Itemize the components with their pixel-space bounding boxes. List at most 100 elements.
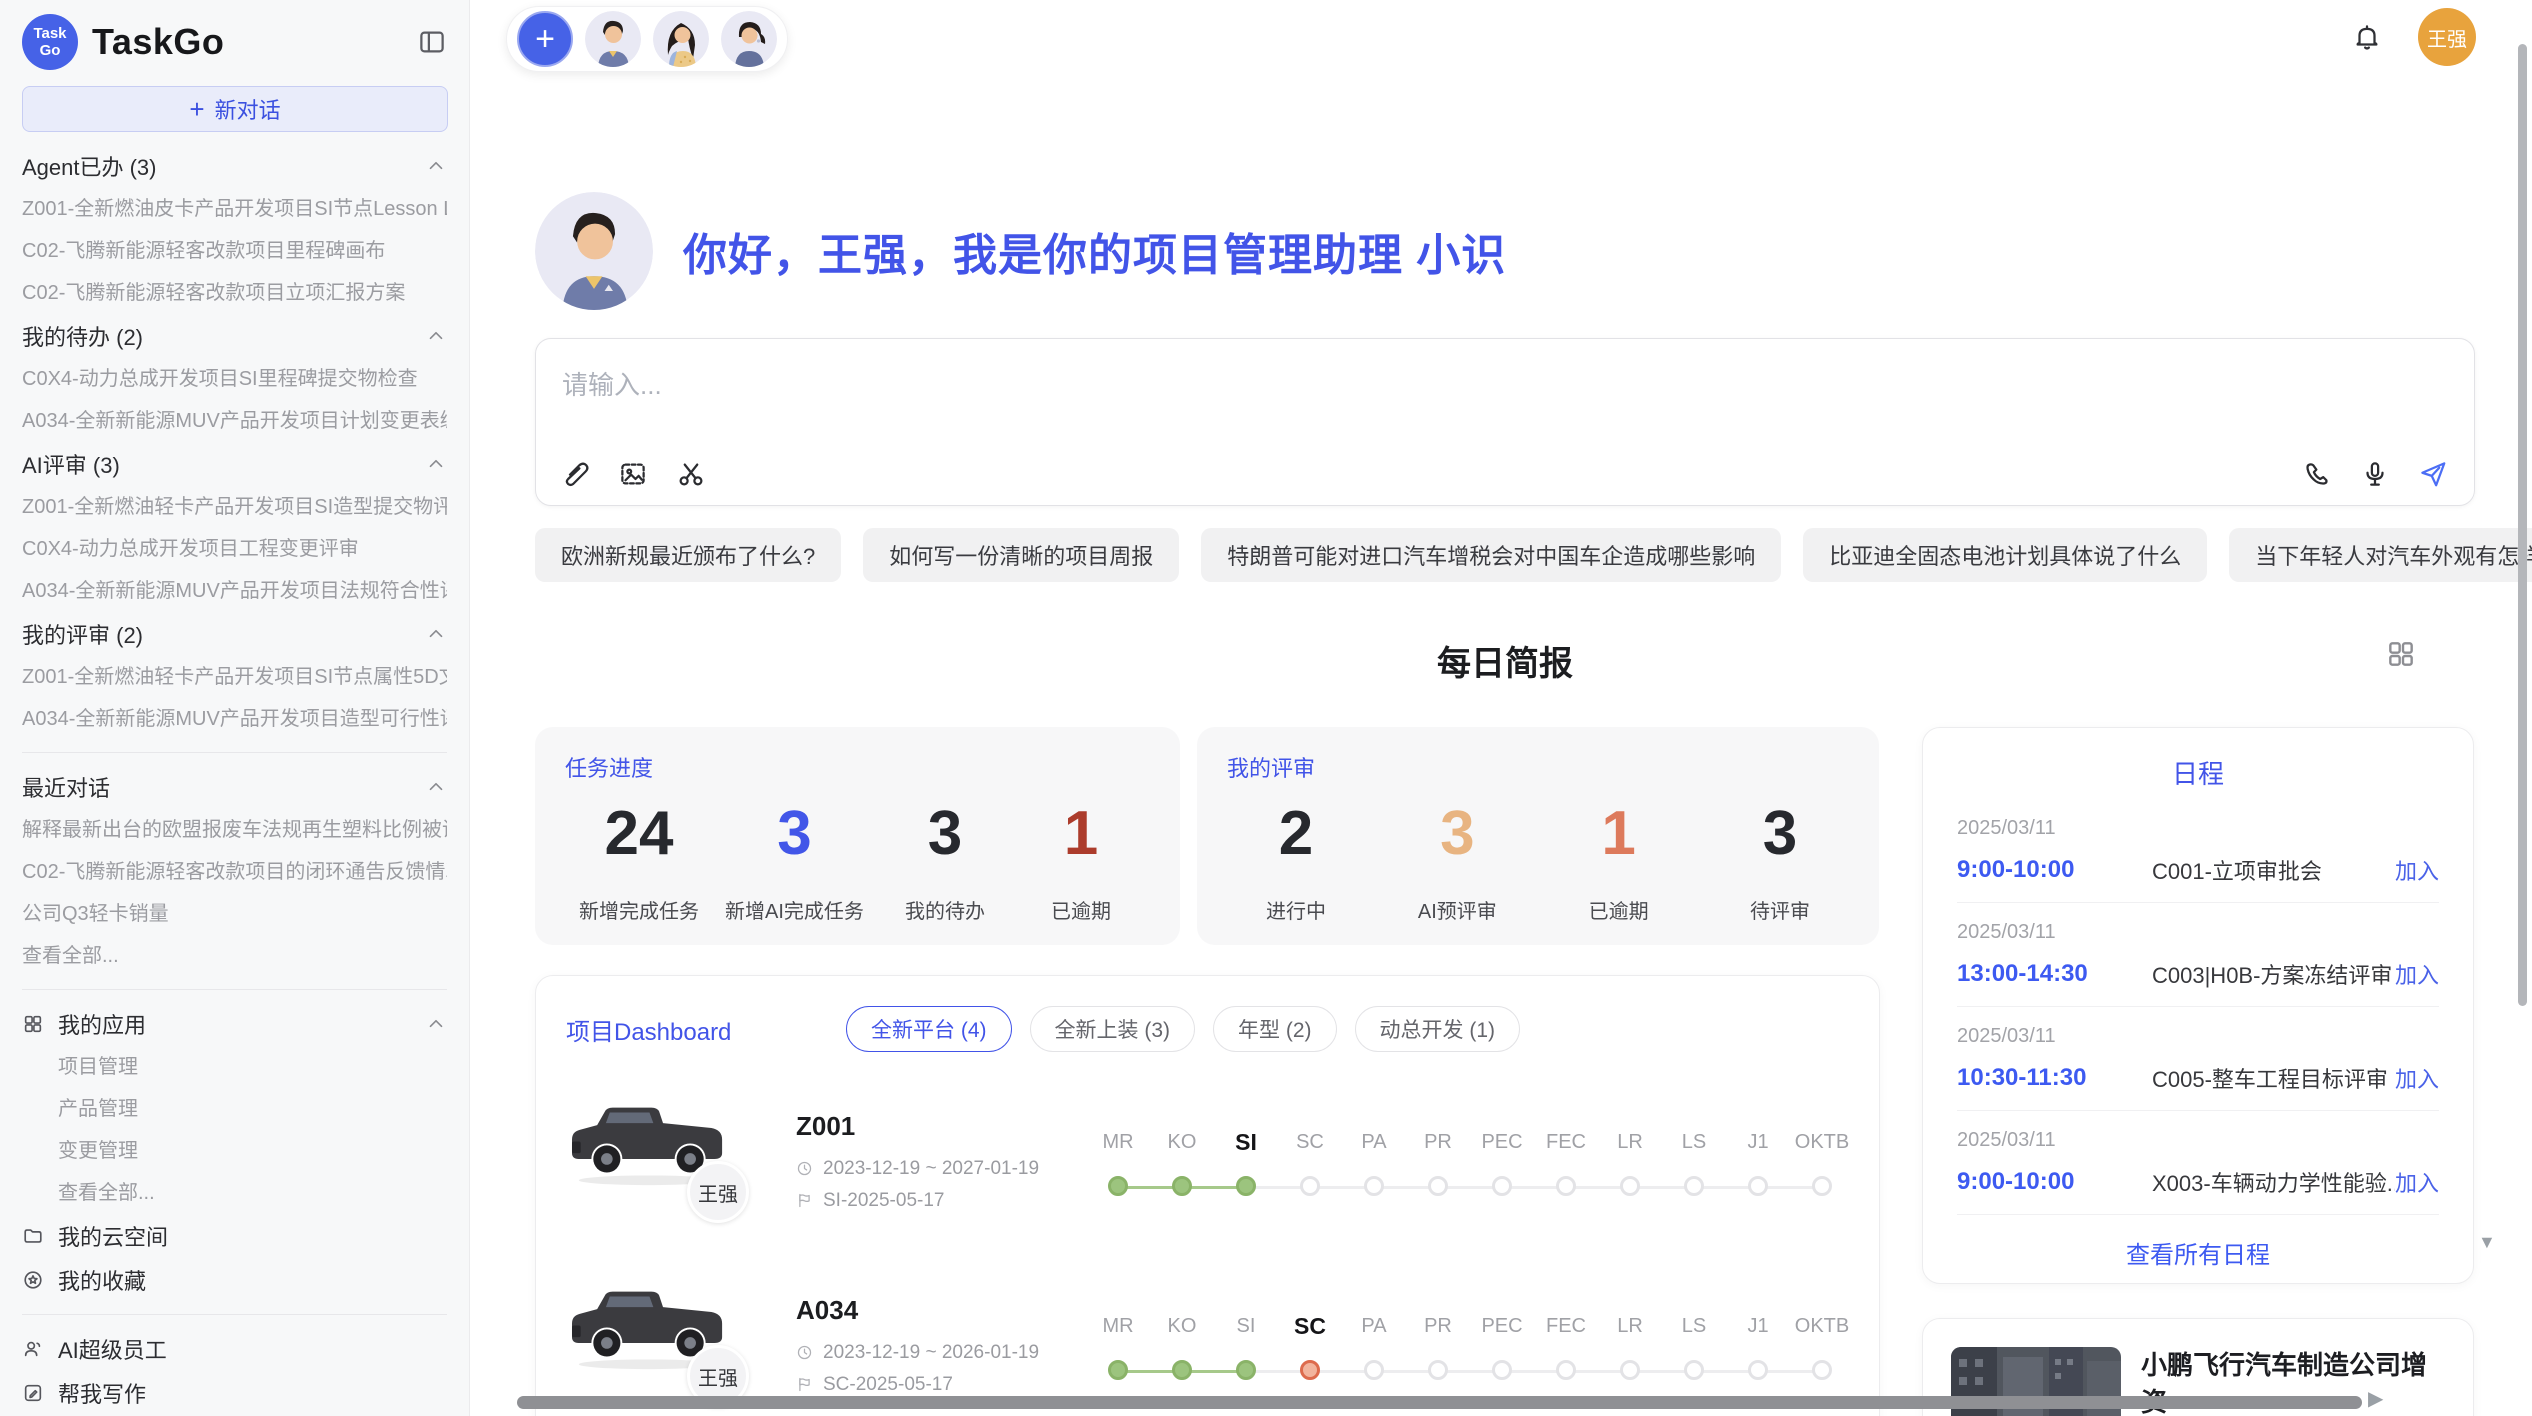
project-row-a034[interactable]: 王强 A034 2023-12-19 ~ 2026-01-19 SC-2025-…: [566, 1270, 1849, 1416]
milestone-oktb: OKTB: [1790, 1126, 1854, 1196]
avatar-woman-long-hair[interactable]: [653, 11, 709, 67]
stat-value: 24: [579, 795, 699, 873]
milestone-fec: FEC: [1534, 1126, 1598, 1196]
section-header-my-todo[interactable]: 我的待办 (2): [22, 314, 447, 358]
sidebar-item-ai-review[interactable]: C0X4-动力总成开发项目工程变更评审: [22, 528, 447, 570]
project-next-node: SC-2025-05-17: [796, 1374, 1086, 1396]
suggestion-chip[interactable]: 当下年轻人对汽车外观有怎样的喜好趋势: [2229, 528, 2532, 582]
sidebar-item-my-review[interactable]: Z001-全新燃油轻卡产品开发项目SI节点属性5D文件评审: [22, 656, 447, 698]
chat-input-placeholder: 请输入...: [562, 365, 662, 402]
section-header-my-review[interactable]: 我的评审 (2): [22, 612, 447, 656]
sidebar-my-apps[interactable]: 我的应用: [22, 1002, 447, 1046]
milestone-ko: KO: [1150, 1310, 1214, 1380]
join-meeting-link[interactable]: 加入: [2395, 1062, 2439, 1094]
sidebar-item-recent-chat[interactable]: 解释最新出台的欧盟报废车法规再生塑料比例被调至15%...: [22, 809, 447, 851]
sidebar-list: Agent已办 (3) Z001-全新燃油皮卡产品开发项目SI节点Lesson …: [0, 132, 469, 1416]
scroll-right-arrow-icon[interactable]: ▶: [2368, 1386, 2383, 1411]
project-vehicle-image: 王强: [566, 1091, 796, 1231]
app-logo: Task Go: [22, 14, 78, 70]
schedule-item: 2025/03/11 13:00-14:30 C003|H0B-方案冻结评审 加…: [1957, 903, 2439, 1007]
paperclip-icon[interactable]: [560, 459, 590, 489]
section-header-ai-review[interactable]: AI评审 (3): [22, 442, 447, 486]
user-avatar[interactable]: 王强: [2418, 8, 2476, 66]
tab-new-platform[interactable]: 全新平台 (4): [846, 1006, 1012, 1052]
milestone-pec: PEC: [1470, 1126, 1534, 1196]
project-row-z001[interactable]: 王强 Z001 2023-12-19 ~ 2027-01-19 SI-2025-…: [566, 1086, 1849, 1236]
image-icon[interactable]: [618, 459, 648, 489]
stat-value: 3: [725, 795, 864, 873]
sidebar-view-all-chats[interactable]: 查看全部...: [22, 935, 447, 977]
sidebar-item-my-todo[interactable]: A034-全新新能源MUV产品开发项目计划变更表编写: [22, 400, 447, 442]
suggestion-chip[interactable]: 欧洲新规最近颁布了什么?: [535, 528, 841, 582]
ai-super-staff-label: AI超级员工: [58, 1333, 167, 1365]
milestone-lr: LR: [1598, 1310, 1662, 1380]
sidebar-item-ai-review[interactable]: A034-全新新能源MUV产品开发项目法规符合性评审: [22, 570, 447, 612]
new-chat-button[interactable]: + 新对话: [22, 86, 448, 132]
section-header-agent-done[interactable]: Agent已办 (3): [22, 144, 447, 188]
send-icon[interactable]: [2418, 459, 2448, 489]
sidebar-app-product-mgmt[interactable]: 产品管理: [22, 1088, 447, 1130]
microphone-icon[interactable]: [2360, 459, 2390, 489]
sidebar-app-project-mgmt[interactable]: 项目管理: [22, 1046, 447, 1088]
scissors-icon[interactable]: [676, 459, 706, 489]
chevron-up-icon: [425, 1013, 447, 1035]
join-meeting-link[interactable]: 加入: [2395, 958, 2439, 990]
project-code: Z001: [796, 1111, 1086, 1142]
schedule-item: 2025/03/11 9:00-10:00 X003-车辆动力学性能验... 加…: [1957, 1111, 2439, 1214]
view-all-schedule-link[interactable]: 查看所有日程: [1957, 1214, 2439, 1270]
sidebar-item-agent-done[interactable]: C02-飞腾新能源轻客改款项目里程碑画布: [22, 230, 447, 272]
dashboard-tabs: 全新平台 (4) 全新上装 (3) 年型 (2) 动总开发 (1): [846, 1006, 1520, 1052]
suggestion-chip[interactable]: 特朗普可能对进口汽车增税会对中国车企造成哪些影响: [1201, 528, 1781, 582]
user-initials: 王强: [2427, 23, 2467, 52]
sidebar-item-recent-chat[interactable]: 公司Q3轻卡销量: [22, 893, 447, 935]
sidebar-ai-super-staff[interactable]: AI超级员工: [22, 1327, 447, 1371]
schedule-time: 9:00-10:00: [1957, 1168, 2152, 1196]
new-chat-label: 新对话: [215, 93, 281, 125]
sidebar-app-view-all[interactable]: 查看全部...: [22, 1172, 447, 1214]
layout-grid-icon[interactable]: [2385, 638, 2417, 670]
join-meeting-link[interactable]: 加入: [2395, 854, 2439, 886]
sidebar-app-change-mgmt[interactable]: 变更管理: [22, 1130, 447, 1172]
avatar-woman-ponytail[interactable]: [721, 11, 777, 67]
scroll-down-arrow-icon[interactable]: ▼: [2478, 1232, 2496, 1253]
chevron-up-icon: [425, 155, 447, 177]
add-conversation-button[interactable]: +: [517, 11, 573, 67]
project-node-date: SC-2025-05-17: [823, 1374, 953, 1396]
tab-model-year[interactable]: 年型 (2): [1213, 1006, 1337, 1052]
schedule-date: 2025/03/11: [1957, 921, 2439, 944]
sidebar-my-favorites[interactable]: 我的收藏: [22, 1258, 447, 1302]
section-title: 我的评审 (2): [22, 618, 143, 650]
suggestion-chip[interactable]: 如何写一份清晰的项目周报: [863, 528, 1179, 582]
milestone-mr: MR: [1086, 1310, 1150, 1380]
flag-icon: [796, 1376, 813, 1393]
tab-powertrain-dev[interactable]: 动总开发 (1): [1355, 1006, 1521, 1052]
stat-label: AI预评审: [1402, 895, 1512, 924]
sidebar-help-me-write[interactable]: 帮我写作: [22, 1371, 447, 1415]
section-header-recent-chats[interactable]: 最近对话: [22, 765, 447, 809]
join-meeting-link[interactable]: 加入: [2395, 1166, 2439, 1198]
milestone-pec: PEC: [1470, 1310, 1534, 1380]
sidebar-item-ai-review[interactable]: Z001-全新燃油轻卡产品开发项目SI造型提交物评审: [22, 486, 447, 528]
project-dates: 2023-12-19 ~ 2026-01-19: [796, 1342, 1086, 1364]
sidebar-my-cloud[interactable]: 我的云空间: [22, 1214, 447, 1258]
sidebar-item-my-todo[interactable]: C0X4-动力总成开发项目SI里程碑提交物检查: [22, 358, 447, 400]
sidebar-item-agent-done[interactable]: C02-飞腾新能源轻客改款项目立项汇报方案: [22, 272, 447, 314]
phone-icon[interactable]: [2302, 459, 2332, 489]
horizontal-scrollbar[interactable]: [517, 1396, 2362, 1409]
task-progress-card: 任务进度 24 新增完成任务 3 新增AI完成任务 3 我的待办 1 已逾期: [535, 727, 1180, 945]
project-code: A034: [796, 1295, 1086, 1326]
vertical-scrollbar[interactable]: [2518, 44, 2527, 1006]
sidebar-item-my-review[interactable]: A034-全新新能源MUV产品开发项目造型可行性评审: [22, 698, 447, 740]
chat-input-box[interactable]: 请输入...: [535, 338, 2475, 506]
sidebar-item-recent-chat[interactable]: C02-飞腾新能源轻客改款项目的闭环通告反馈情况: [22, 851, 447, 893]
chevron-up-icon: [425, 623, 447, 645]
help-me-write-label: 帮我写作: [58, 1377, 146, 1409]
notification-bell-icon[interactable]: [2352, 22, 2382, 52]
avatar-man[interactable]: [585, 11, 641, 67]
tab-new-body[interactable]: 全新上装 (3): [1030, 1006, 1196, 1052]
suggestion-chip[interactable]: 比亚迪全固态电池计划具体说了什么: [1803, 528, 2207, 582]
sidebar-collapse-icon[interactable]: [417, 27, 447, 57]
sidebar-item-agent-done[interactable]: Z001-全新燃油皮卡产品开发项目SI节点Lesson Learn报告: [22, 188, 447, 230]
stat-value: 2: [1241, 795, 1351, 873]
my-review-card: 我的评审 2 进行中 3 AI预评审 1 已逾期 3 待评审: [1197, 727, 1879, 945]
